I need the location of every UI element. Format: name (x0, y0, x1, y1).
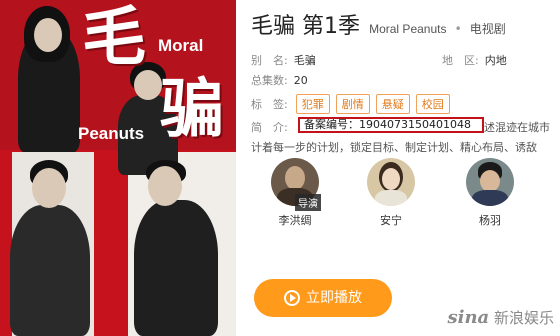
play-now-label: 立即播放 (306, 290, 362, 306)
poster-figure-face (34, 18, 62, 52)
play-icon (284, 290, 300, 306)
record-number-highlight: 备案编号：1904073150401048 (298, 117, 484, 133)
poster-title-en-2: Peanuts (78, 124, 145, 143)
alias-label: 别 名: (251, 54, 288, 67)
show-type[interactable]: 电视剧 (470, 22, 506, 36)
region-value[interactable]: 内地 (485, 54, 507, 67)
poster-title-char-1: 毛 (82, 0, 146, 75)
intro-label: 简 介: (251, 121, 288, 134)
avatar[interactable] (367, 158, 415, 206)
poster-figure-man-right (134, 200, 218, 336)
cast-name[interactable]: 杨羽 (460, 212, 520, 228)
cast-member[interactable]: 安宁 (361, 158, 421, 228)
title-separator: • (454, 22, 462, 36)
watermark-text: 新浪娱乐 (493, 309, 554, 327)
cast-member-director[interactable]: 导演 李洪绸 (265, 158, 325, 228)
tags-field: 标 签: 犯罪 剧情 悬疑 校园 (251, 94, 456, 114)
intro-label-field: 简 介: (251, 119, 288, 135)
sina-logo: sina (447, 307, 490, 328)
tag-campus[interactable]: 校园 (415, 94, 450, 114)
cast-name[interactable]: 李洪绸 (265, 212, 325, 228)
poster-figure-man-left (10, 205, 90, 336)
tag-drama[interactable]: 剧情 (335, 94, 370, 114)
show-title: 毛骗 第1季 (251, 14, 360, 39)
poster-title-en-1: Moral (158, 36, 204, 55)
tag-suspense[interactable]: 悬疑 (375, 94, 410, 114)
cast-name[interactable]: 安宁 (361, 212, 421, 228)
region-label: 地 区: (442, 54, 479, 67)
description-line-1-tail: 述混迹在城市 (484, 121, 550, 134)
poster-figure-face (148, 166, 182, 206)
episodes-field: 总集数: 20 (251, 72, 308, 88)
director-badge: 导演 (295, 194, 321, 211)
description-line-2: 计着每一步的计划，锁定目标、制定计划、精心布局、诱敌 (251, 141, 537, 154)
tag-crime[interactable]: 犯罪 (295, 94, 330, 114)
region-field: 地 区: 内地 (442, 52, 507, 68)
show-title-en: Moral Peanuts (369, 22, 447, 36)
cast-member[interactable]: 杨羽 (460, 158, 520, 228)
episodes-value: 20 (293, 74, 308, 87)
poster-image: 毛 骗 Moral Peanuts (0, 0, 236, 336)
alias-field: 别 名: 毛骗 (251, 52, 316, 68)
alias-value: 毛骗 (293, 54, 316, 67)
episodes-label: 总集数: (251, 74, 288, 87)
show-info-panel: 毛骗 第1季 Moral Peanuts • 电视剧 别 名: 毛骗 地 区: 内地… (246, 0, 560, 336)
play-now-button[interactable]: 立即播放 (254, 279, 392, 317)
sina-watermark: sina 新浪娱乐 (447, 307, 554, 328)
show-title-row: 毛骗 第1季 Moral Peanuts • 电视剧 (251, 8, 506, 40)
avatar[interactable] (466, 158, 514, 206)
tags-label: 标 签: (251, 98, 288, 111)
poster-figure-face (32, 168, 66, 208)
poster-title-char-2: 骗 (160, 72, 224, 147)
